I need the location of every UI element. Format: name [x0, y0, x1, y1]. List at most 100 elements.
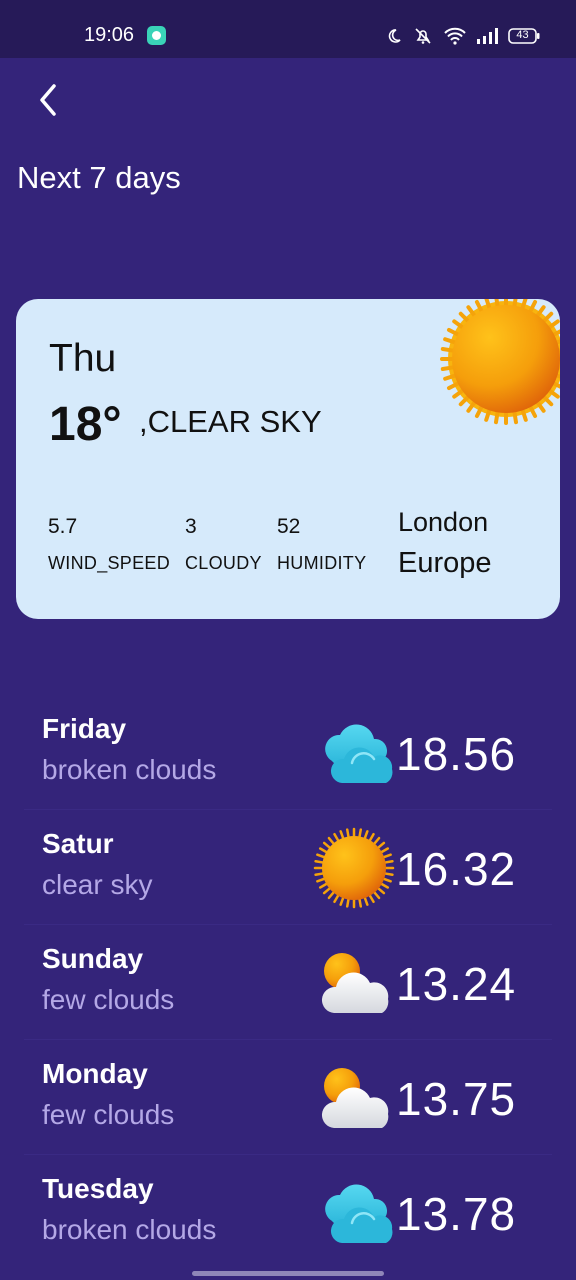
sun-icon [312, 827, 396, 909]
sun-ray [384, 859, 394, 864]
today-condition: ,CLEAR SKY [139, 404, 322, 439]
stat-cloudy: 3 CLOUDY [185, 515, 262, 574]
broken-clouds-icon [312, 1179, 396, 1249]
chat-app-icon [147, 26, 166, 45]
back-button[interactable] [28, 82, 68, 122]
stat-wind-speed: 5.7 WIND_SPEED [48, 515, 170, 574]
sun-ray [368, 832, 375, 842]
sun-ray [535, 305, 546, 318]
sun-ray [382, 877, 392, 883]
forecast-temperature: 13.24 [396, 958, 517, 1010]
home-indicator[interactable] [192, 1271, 384, 1276]
sun-ray [380, 847, 390, 854]
sun-ray [339, 830, 345, 840]
sun-ray [358, 898, 363, 908]
forecast-day: Sunday [42, 943, 144, 974]
sun-ray [318, 847, 328, 854]
forecast-day: Satur [42, 828, 114, 859]
sun-ray [458, 395, 470, 407]
sun-ray [377, 841, 386, 849]
forecast-list: Friday broken clouds 18.56 Satur clear s… [0, 695, 576, 1270]
sun-ray [452, 319, 465, 330]
sun-ray [547, 319, 560, 330]
forecast-day: Monday [42, 1058, 148, 1089]
sun-ray [327, 836, 335, 845]
status-icons: 43 [386, 24, 540, 48]
sun-ray [452, 388, 465, 399]
sun-ray [363, 896, 369, 906]
forecast-row[interactable]: Monday few clouds 13.75 [0, 1040, 576, 1155]
sun-ray [345, 898, 350, 908]
status-bar: 19:06 43 [0, 0, 576, 58]
wifi-icon [444, 27, 466, 45]
sun-ray [493, 410, 500, 425]
sun-ray [557, 365, 560, 370]
forecast-temperature: 16.32 [396, 843, 517, 895]
stat-value: 52 [277, 515, 301, 538]
forecast-row[interactable]: Satur clear sky 16.32 [0, 810, 576, 925]
stat-label: WIND_SPEED [48, 553, 171, 573]
forecast-day: Tuesday [42, 1173, 154, 1204]
stat-value: 5.7 [48, 515, 78, 538]
forecast-description: broken clouds [42, 1214, 217, 1245]
sun-ray [542, 395, 554, 407]
sun-ray [322, 887, 331, 895]
broken-clouds-icon [312, 719, 396, 789]
sun-ray [466, 305, 477, 318]
stat-value: 3 [185, 515, 197, 538]
sun-ray [316, 877, 326, 883]
forecast-temperature: 13.78 [396, 1188, 517, 1240]
sun-ray [440, 365, 455, 372]
sun-ray [368, 894, 375, 904]
forecast-day: Friday [42, 713, 127, 744]
today-temperature: 18° [49, 398, 122, 451]
sun-ray [494, 299, 500, 308]
forecast-row[interactable]: Tuesday broken clouds 13.78 [0, 1155, 576, 1270]
sun-ray [345, 828, 350, 838]
region-name: Europe [398, 547, 492, 579]
sun-ray [333, 832, 340, 842]
forecast-description: few clouds [42, 1099, 175, 1130]
sun-ray [512, 410, 519, 425]
battery-level: 43 [516, 29, 529, 41]
sun-ray [458, 311, 470, 323]
sun-ray [382, 853, 392, 859]
sun-ray [363, 830, 369, 840]
forecast-description: clear sky [42, 869, 153, 900]
today-weather-card: Thu 18° ,CLEAR SKY 5.7 WIND_SPEED 3 CLOU… [16, 299, 560, 619]
sun-ray [373, 836, 381, 845]
sun-ray [535, 400, 546, 413]
battery-icon: 43 [508, 28, 540, 44]
forecast-row[interactable]: Sunday few clouds 13.24 [0, 925, 576, 1040]
few-clouds-icon [312, 949, 396, 1019]
sun-ray [440, 346, 455, 353]
sun-ray [380, 882, 390, 889]
stat-humidity: 52 HUMIDITY [277, 515, 366, 574]
sun-icon [436, 299, 560, 434]
status-time: 19:06 [84, 24, 135, 46]
moon-icon [386, 28, 402, 44]
sun-ray [358, 828, 363, 838]
mute-icon [412, 27, 434, 45]
sun-ray [547, 388, 560, 399]
stat-label: HUMIDITY [277, 553, 367, 573]
sun-ray [314, 859, 324, 864]
sun-ray [512, 299, 518, 308]
today-day: Thu [49, 337, 117, 380]
forecast-temperature: 18.56 [396, 728, 517, 780]
sun-ray [542, 311, 554, 323]
forecast-description: few clouds [42, 984, 175, 1015]
forecast-row[interactable]: Friday broken clouds 18.56 [0, 695, 576, 810]
sun-ray [316, 853, 326, 859]
sun-ray [339, 896, 345, 906]
sun-ray [377, 887, 386, 895]
sun-ray [314, 872, 324, 877]
sun-ray [373, 891, 381, 900]
signal-icon [476, 28, 498, 44]
forecast-description: broken clouds [42, 754, 217, 785]
page-title: Next 7 days [17, 160, 181, 195]
sun-ray [333, 894, 340, 904]
sun-ray [466, 400, 477, 413]
sun-ray [384, 872, 394, 877]
sun-ray [557, 348, 560, 353]
